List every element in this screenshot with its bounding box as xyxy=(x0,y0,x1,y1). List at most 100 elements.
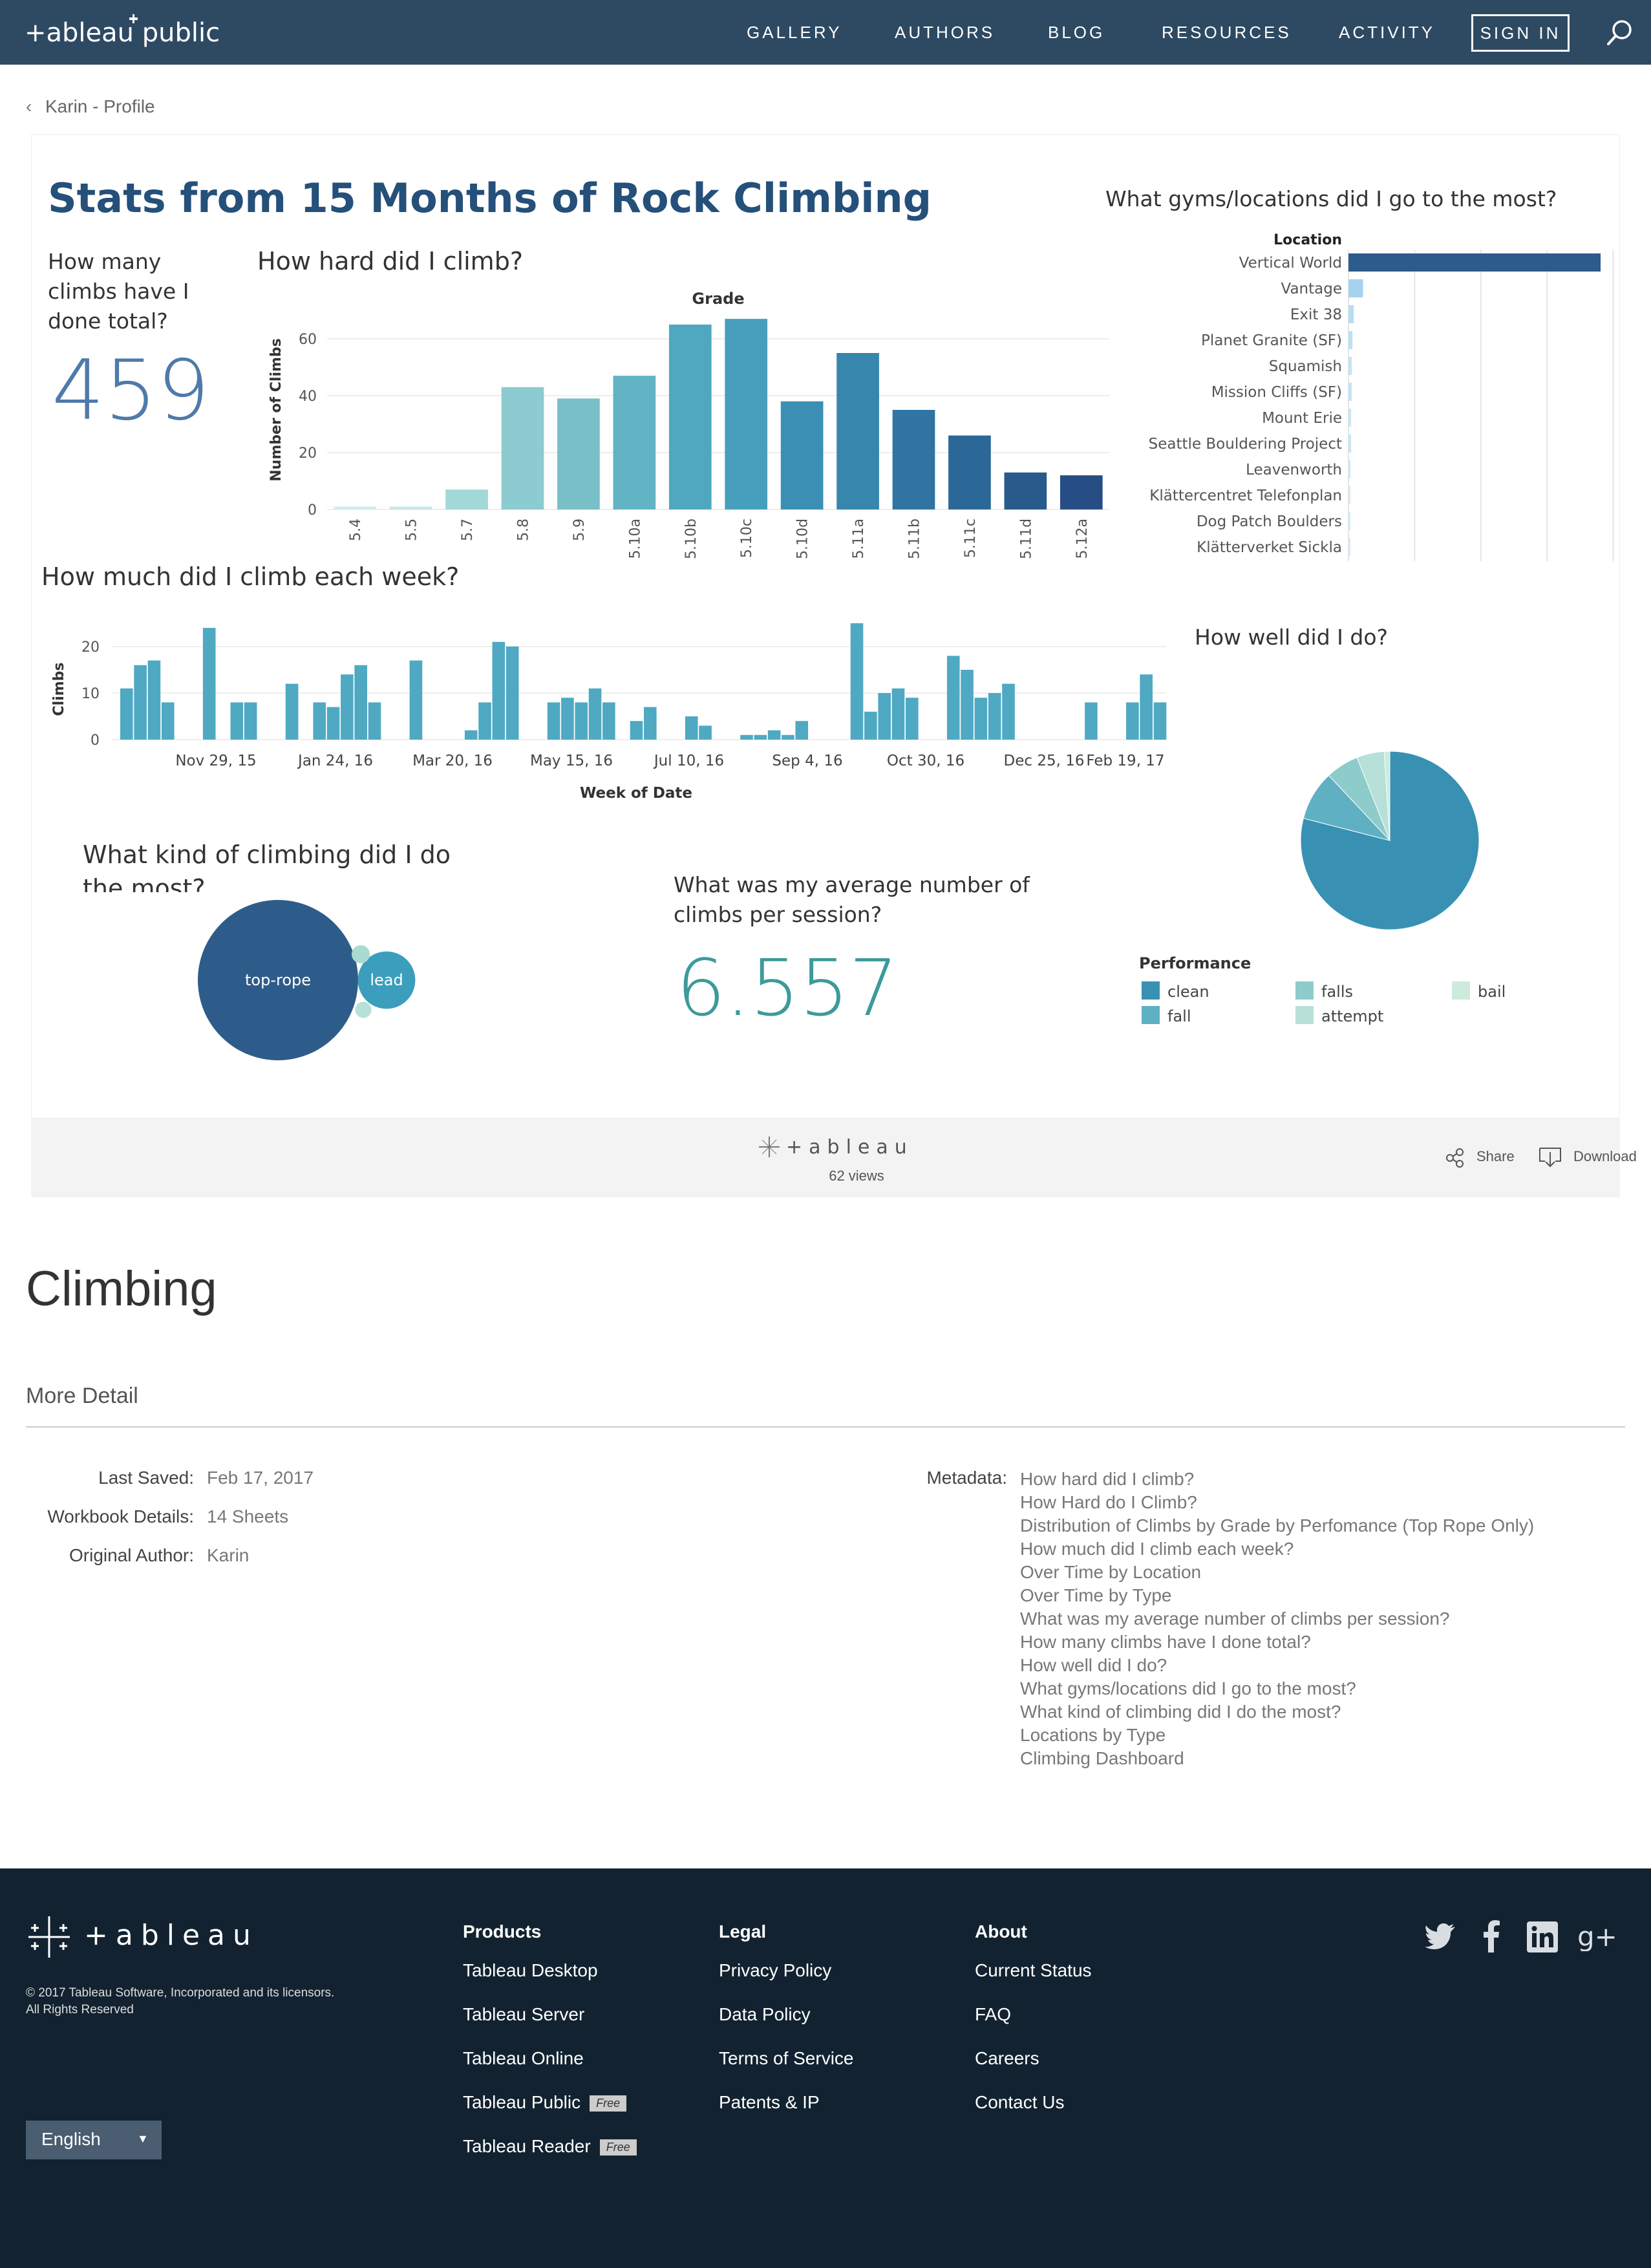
week-bar xyxy=(767,730,781,740)
tableau-footer-logo[interactable]: +ableau xyxy=(755,1133,962,1161)
metadata-item[interactable]: Distribution of Climbs by Grade by Perfo… xyxy=(1020,1514,1534,1537)
metadata-item[interactable]: Over Time by Location xyxy=(1020,1561,1534,1584)
location-bar xyxy=(1348,434,1352,453)
tableau-cross-icon xyxy=(28,1916,70,1958)
performance-legend[interactable]: clean fall falls attempt bail xyxy=(1139,978,1592,1029)
tableau-public-logo[interactable]: +ableau public xyxy=(25,12,238,53)
avg-session-value[interactable]: 6.557 xyxy=(676,944,899,1034)
free-badge: Free xyxy=(590,2095,627,2112)
week-bar xyxy=(285,683,299,740)
week-bar xyxy=(974,698,988,740)
original-author-value[interactable]: Karin xyxy=(207,1545,249,1566)
x-tick-label: Oct 30, 16 xyxy=(887,753,964,769)
week-bar xyxy=(244,702,257,740)
location-label: Seattle Bouldering Project xyxy=(1149,436,1342,453)
locations-chart[interactable]: Location Vertical World Vantage Exit 38 Plan… xyxy=(1125,225,1616,561)
download-button[interactable]: Download xyxy=(1573,1148,1637,1165)
metadata-item[interactable]: How well did I do? xyxy=(1020,1654,1534,1677)
nav-gallery[interactable]: GALLERY xyxy=(747,0,842,65)
metadata-item[interactable]: Climbing Dashboard xyxy=(1020,1747,1534,1770)
week-bar xyxy=(946,656,960,740)
legend-swatch xyxy=(1295,981,1314,1000)
search-icon[interactable] xyxy=(1603,17,1635,49)
location-bar xyxy=(1348,460,1351,478)
x-tick-label: Jan 24, 16 xyxy=(297,753,373,769)
tableau-logo[interactable]: +ableau xyxy=(26,1912,272,1964)
google-plus-icon[interactable]: g+ xyxy=(1577,1921,1616,1951)
y-tick-label: 60 xyxy=(299,332,317,348)
grade-bar xyxy=(948,435,991,509)
total-climbs-value[interactable]: 459 xyxy=(52,343,209,439)
original-author-label: Original Author: xyxy=(69,1545,194,1565)
footer-link-tableau-online[interactable]: Tableau Online xyxy=(463,2048,584,2069)
language-value: English xyxy=(41,2129,101,2149)
footer-link-tableau-server[interactable]: Tableau Server xyxy=(463,2004,584,2025)
footer-link-careers[interactable]: Careers xyxy=(975,2048,1039,2069)
svg-text:g+: g+ xyxy=(1577,1921,1616,1951)
workbook-details-label: Workbook Details: xyxy=(47,1506,194,1526)
workbook-details-value[interactable]: 14 Sheets xyxy=(207,1506,288,1527)
climb-type-bubble-chart[interactable]: top-rope lead xyxy=(187,892,433,1067)
week-bar xyxy=(1126,702,1139,740)
workbook-title: Climbing xyxy=(26,1261,217,1316)
week-bar xyxy=(341,674,354,740)
footer-link-terms-of-service[interactable]: Terms of Service xyxy=(719,2048,854,2069)
location-label: Vantage xyxy=(1281,281,1342,297)
week-bar xyxy=(506,647,519,740)
footer-link-tableau-desktop[interactable]: Tableau Desktop xyxy=(463,1960,598,1981)
week-bar xyxy=(644,707,657,740)
share-button[interactable]: Share xyxy=(1476,1148,1515,1165)
weekly-chart[interactable]: Climbs 20 10 0 Nov 29, 15 Jan 24, 16 Mar 20, 1… xyxy=(41,606,1186,800)
viz-toolbar: +ableau 62 views Share Download xyxy=(31,1118,1637,1197)
metadata-item[interactable]: How Hard do I Climb? xyxy=(1020,1491,1534,1514)
about-heading: About xyxy=(975,1921,1027,1942)
back-to-profile-link[interactable]: ‹ Karin - Profile xyxy=(26,94,155,120)
footer-link-privacy-policy[interactable]: Privacy Policy xyxy=(719,1960,831,1981)
location-bar xyxy=(1348,409,1352,427)
nav-authors[interactable]: AUTHORS xyxy=(895,0,995,65)
legal-heading: Legal xyxy=(719,1921,767,1942)
x-tick-label: Nov 29, 15 xyxy=(175,753,256,769)
footer-link-current-status[interactable]: Current Status xyxy=(975,1960,1092,1981)
twitter-icon[interactable] xyxy=(1425,1921,1457,1951)
legend-swatch xyxy=(1295,1006,1314,1024)
metadata-item[interactable]: How much did I climb each week? xyxy=(1020,1537,1534,1561)
metadata-item[interactable]: Over Time by Type xyxy=(1020,1584,1534,1607)
sign-in-button[interactable]: SIGN IN xyxy=(1471,14,1570,52)
week-bar xyxy=(547,702,560,740)
metadata-item[interactable]: What kind of climbing did I do the most? xyxy=(1020,1700,1534,1724)
linkedin-icon[interactable] xyxy=(1527,1921,1558,1952)
nav-resources[interactable]: RESOURCES xyxy=(1162,0,1292,65)
footer-link-data-policy[interactable]: Data Policy xyxy=(719,2004,811,2025)
week-bar xyxy=(685,716,698,740)
nav-activity[interactable]: ACTIVITY xyxy=(1339,0,1435,65)
metadata-item[interactable]: What gyms/locations did I go to the most… xyxy=(1020,1677,1534,1700)
metadata-item[interactable]: Locations by Type xyxy=(1020,1724,1534,1747)
facebook-icon[interactable] xyxy=(1480,1920,1502,1952)
share-icon[interactable] xyxy=(1444,1147,1466,1169)
week-bar xyxy=(630,721,643,740)
nav-blog[interactable]: BLOG xyxy=(1048,0,1105,65)
x-tick-label: 5.9 xyxy=(571,519,588,541)
location-label: Vertical World xyxy=(1239,255,1342,272)
footer-link-contact-us[interactable]: Contact Us xyxy=(975,2092,1065,2113)
metadata-item[interactable]: How hard did I climb? xyxy=(1020,1468,1534,1491)
week-bar xyxy=(988,693,1001,740)
performance-pie-chart[interactable] xyxy=(1286,744,1493,937)
legend-label: attempt xyxy=(1321,1007,1383,1025)
performance-legend-title: Performance xyxy=(1139,954,1252,972)
chevron-left-icon: ‹ xyxy=(26,96,32,116)
x-tick-label: 5.8 xyxy=(516,519,532,541)
footer-link-tableau-reader[interactable]: Tableau Reader Free xyxy=(463,2136,637,2157)
footer-link-faq[interactable]: FAQ xyxy=(975,2004,1011,2025)
metadata-item[interactable]: What was my average number of climbs per… xyxy=(1020,1607,1534,1631)
footer-link-tableau-public[interactable]: Tableau Public Free xyxy=(463,2092,627,2113)
download-icon[interactable] xyxy=(1537,1146,1563,1169)
footer-link-patents[interactable]: Patents & IP xyxy=(719,2092,820,2113)
week-bar xyxy=(588,688,602,740)
location-bar xyxy=(1348,538,1350,556)
language-select[interactable]: English ▼ xyxy=(26,2121,162,2159)
week-bar xyxy=(478,702,491,740)
metadata-item[interactable]: How many climbs have I done total? xyxy=(1020,1631,1534,1654)
grades-chart[interactable]: Grade Number of Climbs 60 40 20 0 5.4 5.5 5.7 5.8… xyxy=(257,284,1111,562)
